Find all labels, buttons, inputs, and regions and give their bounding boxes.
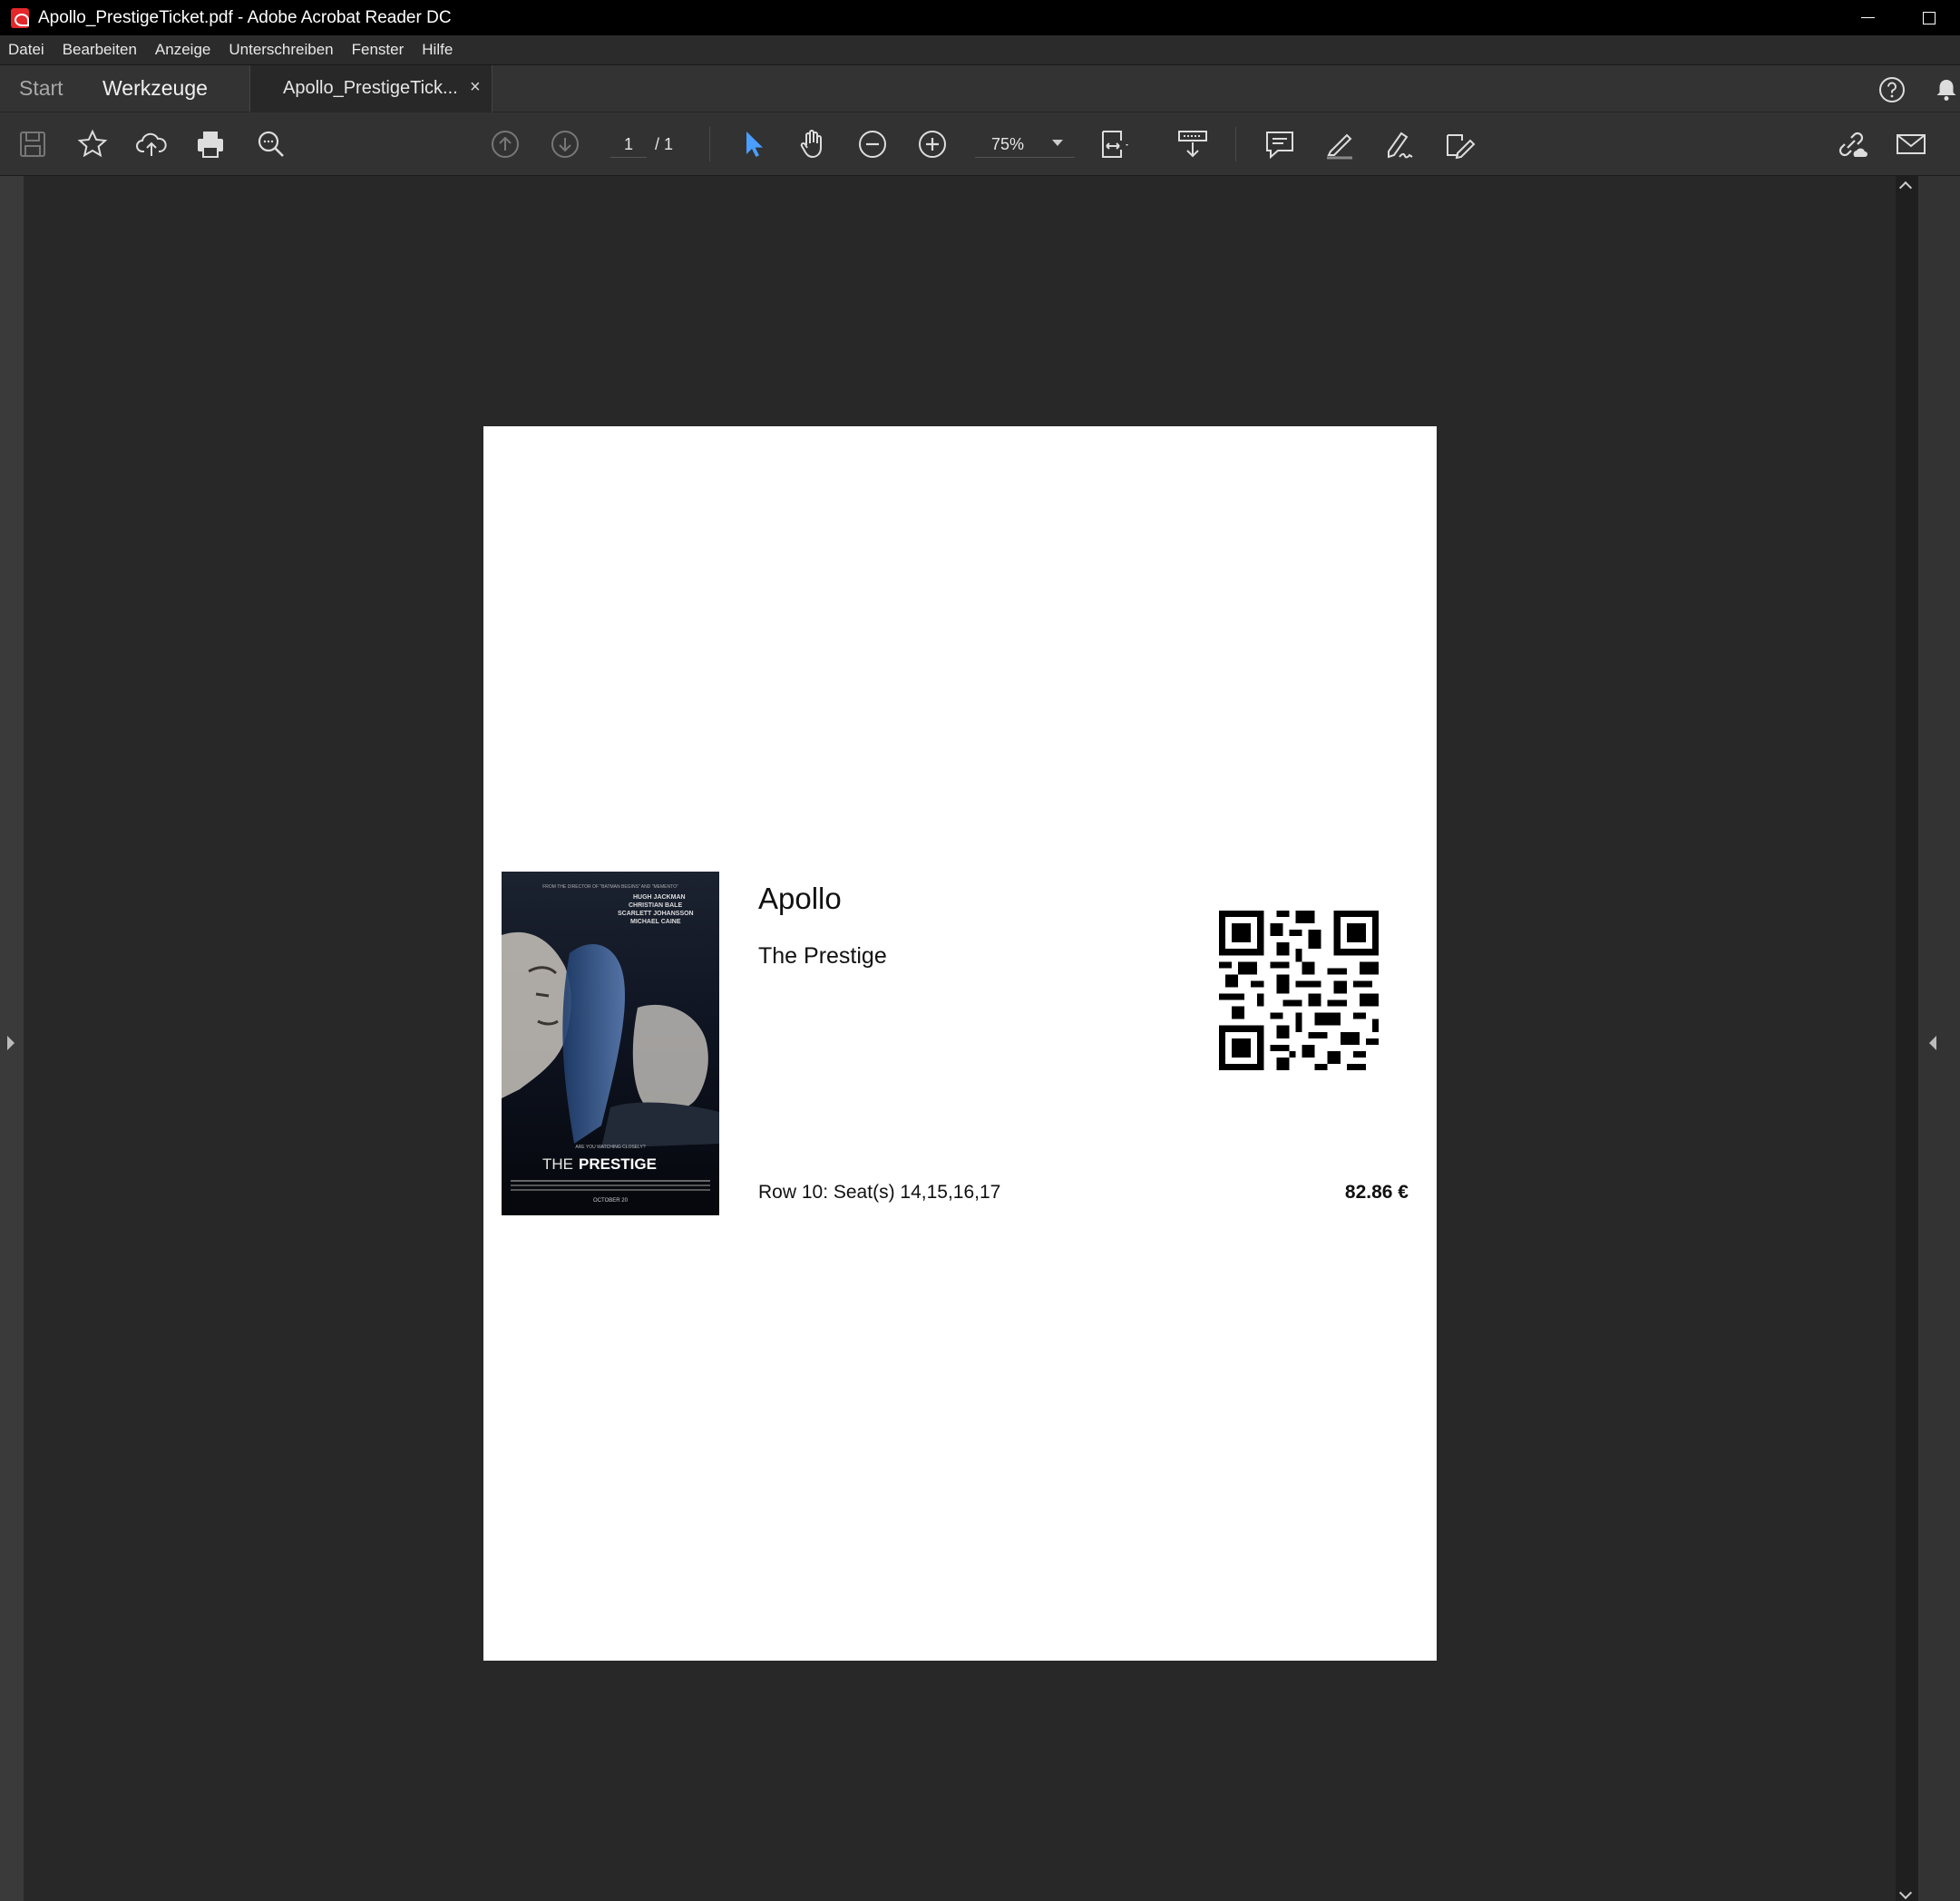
tab-document-label: Apollo_PrestigeTick... [283, 78, 458, 98]
poster-tagline: ARE YOU WATCHING CLOSELY? [575, 1145, 646, 1150]
highlight-icon[interactable] [1323, 128, 1356, 161]
vertical-scrollbar[interactable] [1896, 176, 1918, 1901]
title-bar: Apollo_PrestigeTicket.pdf - Adobe Acroba… [0, 0, 1960, 35]
scroll-mode-icon[interactable] [1176, 128, 1209, 161]
poster-title-main: PRESTIGE [579, 1155, 657, 1173]
toolbar: 1 / 1 75% [0, 112, 1960, 176]
print-icon[interactable] [194, 128, 227, 161]
sign-icon[interactable] [1383, 128, 1416, 161]
bookmark-star-icon[interactable] [76, 128, 109, 161]
left-panel-toggle[interactable] [0, 176, 24, 1901]
tab-start[interactable]: Start [19, 76, 63, 101]
window-title: Apollo_PrestigeTicket.pdf - Adobe Acroba… [38, 7, 452, 27]
zoom-dropdown-caret-icon[interactable] [1052, 140, 1063, 146]
share-link-icon[interactable] [1835, 128, 1867, 161]
poster-cast-2: CHRISTIAN BALE [629, 902, 682, 909]
maximize-icon [1923, 11, 1936, 24]
movie-poster: FROM THE DIRECTOR OF "BATMAN BEGINS" AND… [502, 872, 719, 1215]
venue-name: Apollo [758, 882, 842, 915]
right-panel-toggle[interactable] [1918, 176, 1960, 1901]
email-icon[interactable] [1895, 128, 1927, 161]
tab-close-button[interactable]: × [470, 77, 481, 98]
menu-datei[interactable]: Datei [8, 41, 44, 59]
menu-bearbeiten[interactable]: Bearbeiten [63, 41, 137, 59]
zoom-in-icon[interactable] [916, 128, 949, 161]
tab-bar: Start Werkzeuge Apollo_PrestigeTick... × [0, 65, 1960, 112]
menu-fenster[interactable]: Fenster [352, 41, 405, 59]
minimize-icon [1860, 17, 1875, 18]
page-up-icon[interactable] [489, 128, 522, 161]
pdf-page: FROM THE DIRECTOR OF "BATMAN BEGINS" AND… [483, 426, 1437, 1661]
poster-cast-4: MICHAEL CAINE [630, 919, 681, 925]
tab-document[interactable]: Apollo_PrestigeTick... × [249, 65, 492, 112]
page-total: / 1 [655, 135, 674, 153]
poster-tagline-top: FROM THE DIRECTOR OF "BATMAN BEGINS" AND… [542, 884, 678, 890]
notification-bell-icon[interactable] [1933, 76, 1960, 103]
movie-title: The Prestige [758, 943, 887, 969]
search-zoom-icon[interactable] [255, 128, 288, 161]
menu-unterschreiben[interactable]: Unterschreiben [229, 41, 333, 59]
poster-cast-1: HUGH JACKMAN [633, 894, 686, 901]
window-controls [1837, 0, 1960, 35]
poster-title-the: THE [542, 1155, 573, 1173]
poster-cast-3: SCARLETT JOHANSSON [618, 911, 694, 917]
menu-bar: Datei Bearbeiten Anzeige Unterschreiben … [0, 35, 1960, 65]
edit-pdf-icon[interactable] [1443, 128, 1476, 161]
page-down-icon[interactable] [549, 128, 581, 161]
acrobat-logo-icon [11, 7, 29, 28]
ticket-price: 82.86 € [1344, 1182, 1409, 1203]
poster-artwork: FROM THE DIRECTOR OF "BATMAN BEGINS" AND… [502, 872, 719, 1215]
help-icon[interactable] [1878, 76, 1906, 103]
scroll-up-icon[interactable] [1898, 180, 1913, 195]
hand-icon[interactable] [796, 128, 829, 161]
toolbar-divider [709, 127, 710, 161]
comment-icon[interactable] [1263, 128, 1296, 161]
minimize-button[interactable] [1837, 0, 1898, 35]
page-number-input[interactable]: 1 [610, 131, 647, 158]
maximize-button[interactable] [1898, 0, 1960, 35]
menu-anzeige[interactable]: Anzeige [155, 41, 210, 59]
upload-cloud-icon[interactable] [135, 128, 168, 161]
qr-code-graphic [1219, 911, 1379, 1070]
save-icon[interactable] [16, 128, 49, 161]
fit-page-icon[interactable] [1099, 128, 1132, 161]
select-cursor-icon[interactable] [736, 128, 769, 161]
zoom-out-icon[interactable] [856, 128, 889, 161]
menu-hilfe[interactable]: Hilfe [422, 41, 453, 59]
scroll-down-icon[interactable] [1898, 1886, 1913, 1900]
toolbar-divider [1235, 127, 1236, 161]
tab-werkzeuge[interactable]: Werkzeuge [102, 76, 208, 101]
seat-info: Row 10: Seat(s) 14,15,16,17 [758, 1182, 1001, 1203]
qr-code [1219, 911, 1379, 1070]
expand-right-icon [7, 1036, 15, 1050]
expand-left-icon [1929, 1036, 1936, 1050]
poster-release-date: OCTOBER 20 [593, 1198, 629, 1204]
